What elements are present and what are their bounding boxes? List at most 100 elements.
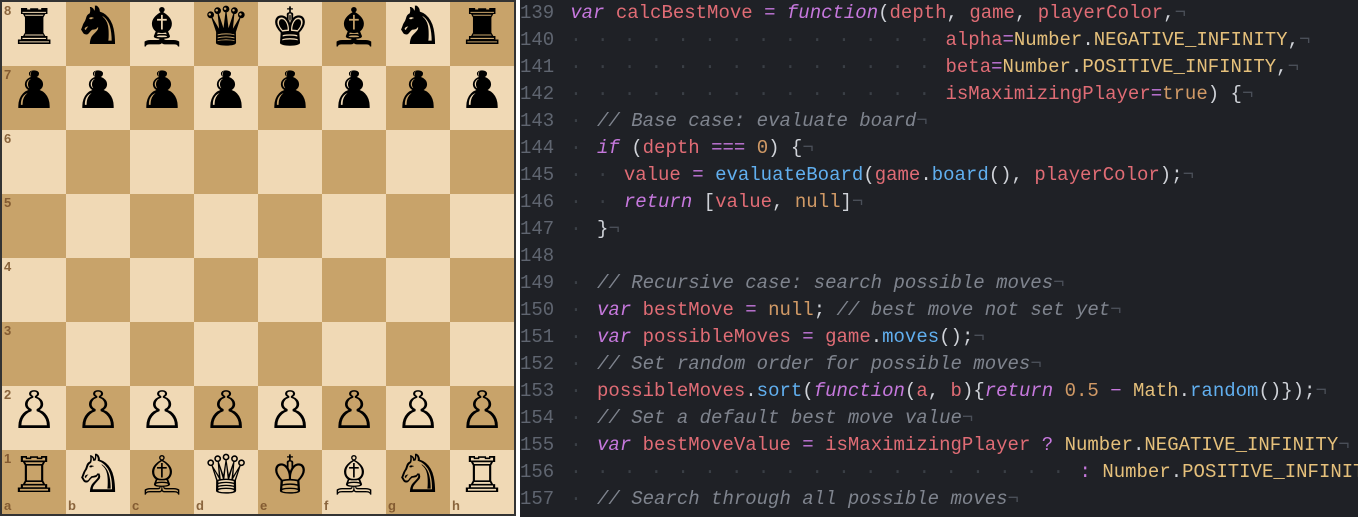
piece-icon: ♟ (9, 73, 59, 123)
square-g6[interactable] (386, 130, 450, 194)
square-h2[interactable]: ♙ (450, 386, 514, 450)
square-e3[interactable] (258, 322, 322, 386)
code-line[interactable]: · // Base case: evaluate board¬ (570, 108, 1358, 135)
square-c1[interactable]: ♗c (130, 450, 194, 514)
square-h8[interactable]: ♜ (450, 2, 514, 66)
square-d5[interactable] (194, 194, 258, 258)
code-editor[interactable]: 1391401411421431441451461471481491501511… (520, 0, 1358, 517)
square-g5[interactable] (386, 194, 450, 258)
piece-icon: ♝ (137, 9, 187, 59)
token-text (631, 434, 642, 456)
square-f5[interactable] (322, 194, 386, 258)
token-eol: ¬ (1315, 380, 1326, 402)
square-c2[interactable]: ♙ (130, 386, 194, 450)
square-h3[interactable] (450, 322, 514, 386)
code-line[interactable]: · · value = evaluateBoard(game.board(), … (570, 162, 1358, 189)
code-line[interactable]: · · · · · · · · · · · · · · beta=Number.… (570, 54, 1358, 81)
token-kw: return (624, 191, 692, 213)
square-c7[interactable]: ♟ (130, 66, 194, 130)
square-a8[interactable]: ♜8 (2, 2, 66, 66)
code-line[interactable]: · var possibleMoves = game.moves();¬ (570, 324, 1358, 351)
square-e8[interactable]: ♚ (258, 2, 322, 66)
square-a6[interactable]: 6 (2, 130, 66, 194)
square-a2[interactable]: ♙2 (2, 386, 66, 450)
square-e2[interactable]: ♙ (258, 386, 322, 450)
line-number: 150 (520, 297, 554, 324)
square-h6[interactable] (450, 130, 514, 194)
square-f7[interactable]: ♟ (322, 66, 386, 130)
token-var: depth (643, 137, 700, 159)
square-e5[interactable] (258, 194, 322, 258)
square-h1[interactable]: ♖h (450, 450, 514, 514)
code-line[interactable]: · var bestMove = null; // best move not … (570, 297, 1358, 324)
square-g4[interactable] (386, 258, 450, 322)
square-f3[interactable] (322, 322, 386, 386)
square-g7[interactable]: ♟ (386, 66, 450, 130)
square-b6[interactable] (66, 130, 130, 194)
square-d1[interactable]: ♕d (194, 450, 258, 514)
square-b8[interactable]: ♞ (66, 2, 130, 66)
square-d6[interactable] (194, 130, 258, 194)
square-c3[interactable] (130, 322, 194, 386)
square-d3[interactable] (194, 322, 258, 386)
square-g8[interactable]: ♞ (386, 2, 450, 66)
code-line[interactable]: · · · · · · · · · · · · · · alpha=Number… (570, 27, 1358, 54)
square-c5[interactable] (130, 194, 194, 258)
square-d8[interactable]: ♛ (194, 2, 258, 66)
square-g3[interactable] (386, 322, 450, 386)
square-b1[interactable]: ♘b (66, 450, 130, 514)
square-a4[interactable]: 4 (2, 258, 66, 322)
square-h7[interactable]: ♟ (450, 66, 514, 130)
square-d2[interactable]: ♙ (194, 386, 258, 450)
code-line[interactable]: var calcBestMove = function(depth, game,… (570, 0, 1358, 27)
square-d7[interactable]: ♟ (194, 66, 258, 130)
code-line[interactable]: · // Recursive case: search possible mov… (570, 270, 1358, 297)
square-a1[interactable]: ♖1a (2, 450, 66, 514)
code-line[interactable]: · // Search through all possible moves¬ (570, 486, 1358, 513)
square-e1[interactable]: ♔e (258, 450, 322, 514)
square-c4[interactable] (130, 258, 194, 322)
token-text (753, 2, 764, 24)
token-text (704, 164, 715, 186)
square-e7[interactable]: ♟ (258, 66, 322, 130)
square-f4[interactable] (322, 258, 386, 322)
square-e6[interactable] (258, 130, 322, 194)
code-line[interactable]: · possibleMoves.sort(function(a, b){retu… (570, 378, 1358, 405)
code-line[interactable]: · · · · · · · · · · · · · · isMaximizing… (570, 81, 1358, 108)
square-a7[interactable]: ♟7 (2, 66, 66, 130)
square-g1[interactable]: ♘g (386, 450, 450, 514)
code-line[interactable] (570, 243, 1358, 270)
code-line[interactable]: · if (depth === 0) {¬ (570, 135, 1358, 162)
square-f1[interactable]: ♗f (322, 450, 386, 514)
square-g2[interactable]: ♙ (386, 386, 450, 450)
square-c8[interactable]: ♝ (130, 2, 194, 66)
square-b3[interactable] (66, 322, 130, 386)
square-e4[interactable] (258, 258, 322, 322)
chess-board[interactable]: ♜8♞♝♛♚♝♞♜♟7♟♟♟♟♟♟♟6543♙2♙♙♙♙♙♙♙♖1a♘b♗c♕d… (2, 2, 514, 514)
square-a3[interactable]: 3 (2, 322, 66, 386)
token-text (757, 299, 768, 321)
square-f2[interactable]: ♙ (322, 386, 386, 450)
square-a5[interactable]: 5 (2, 194, 66, 258)
square-c6[interactable] (130, 130, 194, 194)
token-num: 0 (757, 137, 768, 159)
code-line[interactable]: · // Set a default best move value¬ (570, 405, 1358, 432)
code-line[interactable]: · · · · · · · · · · · · · · · · · · · : … (570, 459, 1358, 486)
square-h4[interactable] (450, 258, 514, 322)
square-b2[interactable]: ♙ (66, 386, 130, 450)
square-d4[interactable] (194, 258, 258, 322)
code-line[interactable]: · var bestMoveValue = isMaximizingPlayer… (570, 432, 1358, 459)
square-f8[interactable]: ♝ (322, 2, 386, 66)
code-line[interactable]: · · return [value, null]¬ (570, 189, 1358, 216)
square-h5[interactable] (450, 194, 514, 258)
square-b4[interactable] (66, 258, 130, 322)
code-line[interactable]: · // Set random order for possible moves… (570, 351, 1358, 378)
square-b5[interactable] (66, 194, 130, 258)
token-kw: return (985, 380, 1053, 402)
editor-code-area[interactable]: var calcBestMove = function(depth, game,… (566, 0, 1358, 517)
code-line[interactable]: · }¬ (570, 216, 1358, 243)
square-f6[interactable] (322, 130, 386, 194)
square-b7[interactable]: ♟ (66, 66, 130, 130)
token-var: playerColor (1034, 164, 1159, 186)
indent-guide: · (570, 353, 597, 375)
